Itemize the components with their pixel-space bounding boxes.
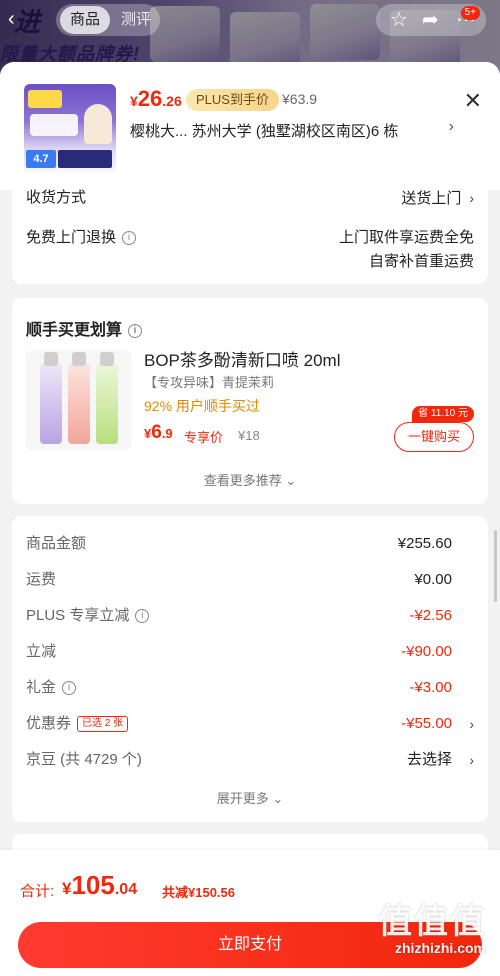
summary-value: -¥3.00 [409,679,452,696]
tab-goods[interactable]: 商品 [60,6,110,34]
bottle-cap [44,352,58,366]
free-return-line1: 上门取件享运费全免 [338,229,474,246]
summary-value: 去选择 [406,751,452,768]
checkout-sheet: 4.7 ¥26.26 PLUS到手价 ¥63.9 ✕ 樱桃大... 苏州大学 (… [0,62,500,976]
site-watermark: 值值值 zhizhizhi.com [340,894,490,970]
summary-row-gift: 礼金 i -¥3.00 [26,676,474,700]
chevron-right-icon[interactable]: › [449,118,454,136]
product-address-line[interactable]: 樱桃大... 苏州大学 (独墅湖校区南区)6 栋 [130,120,430,141]
product-price: ¥26.26 [130,86,182,112]
total-amount: ¥105.04 [62,870,137,901]
chevron-right-icon: › [469,752,474,768]
addon-product-spec: 【专攻异味】青提茉莉 [144,375,275,390]
info-icon[interactable]: i [122,231,137,246]
total-reduction: 共减¥150.56 [162,885,235,900]
summary-label: 立减 [26,643,57,660]
info-icon[interactable]: i [62,681,77,696]
more-recommend-text: 查看更多推荐 [203,473,282,488]
summary-row-shipping: 运费 ¥0.00 [26,568,474,592]
watermark-url: zhizhizhi.com [395,940,486,956]
delivery-method-value: 送货上门 › [401,186,474,211]
summary-value: -¥55.00 [401,715,452,732]
more-recommend-link[interactable]: 查看更多推荐 ⌄ [12,470,488,489]
top-action-group: ☆ ➦ ⋯ 5+ [376,4,486,36]
thumb-bar [58,150,112,168]
price-decimal: .26 [162,93,182,109]
chevron-down-icon: ⌄ [272,791,284,806]
one-click-buy-button[interactable]: 一键购买 [394,422,474,452]
bottle-cap [100,352,114,366]
summary-label: PLUS 专享立减 [26,607,130,624]
delivery-method-text: 送货上门 [401,190,462,207]
addon-card: 顺手买更划算 i BOP茶多酚清新口喷 20ml 【专攻异味】青提茉莉 92% 用… [12,298,488,504]
thumb-rating: 4.7 [26,150,56,168]
thumb-badge [28,90,62,108]
expand-more-link[interactable]: 展开更多 ⌄ [12,788,488,807]
total-integer: 105 [71,870,115,900]
addon-product-image[interactable] [26,350,132,450]
checkout-bottom-bar: 合计: ¥105.04 共减¥150.56 立即支付 值值值 zhizhizhi… [0,850,500,976]
star-icon[interactable]: ☆ [390,4,408,36]
price-currency: ¥ [130,93,138,109]
addon-buy-rate: 92% 用户顺手买过 [144,398,260,414]
scrollbar[interactable] [494,530,497,602]
summary-value: -¥2.56 [409,607,452,624]
summary-value: ¥255.60 [397,535,452,552]
price-integer: 6 [151,422,162,443]
summary-row-discount: 立减 -¥90.00 [26,640,474,664]
original-price: ¥63.9 [282,91,318,107]
addon-title-text: 顺手买更划算 [26,322,123,339]
price-summary-card: 商品金额 ¥255.60 运费 ¥0.00 PLUS 专享立减 i -¥2.56 … [12,516,488,822]
info-icon[interactable]: i [128,323,143,338]
free-return-line2: 自寄补首重运费 [368,253,474,270]
summary-label: 京豆 (共 4729 个) [26,751,142,768]
delivery-method-label: 收货方式 [26,189,87,206]
free-return-row: 免费上门退换 i 上门取件享运费全免 自寄补首重运费 [26,226,474,270]
summary-row-goods: 商品金额 ¥255.60 [26,532,474,556]
bottle-pink [68,352,90,444]
tab-review[interactable]: 测评 [116,6,156,34]
share-icon[interactable]: ➦ [422,4,439,36]
summary-label: 商品金额 [26,535,87,552]
back-arrow-icon[interactable]: ‹ [8,8,30,30]
bottle-cap [72,352,86,366]
close-icon[interactable]: ✕ [464,88,482,114]
summary-label: 礼金 [26,679,57,696]
chevron-right-icon: › [469,716,474,732]
delivery-method-row[interactable]: 收货方式 送货上门 › [26,186,474,210]
bottle-green [96,352,118,444]
summary-label: 优惠券 [26,715,72,732]
chevron-down-icon: ⌄ [285,473,297,488]
delivery-card: 收货方式 送货上门 › 免费上门退换 i 上门取件享运费全免 自寄补首重运费 [12,182,488,284]
chevron-right-icon: › [469,190,474,206]
expand-more-text: 展开更多 [216,791,269,806]
total-label: 合计: [20,883,55,900]
message-badge: 5+ [460,6,480,20]
bottle-purple [40,352,62,444]
summary-row-plus: PLUS 专享立减 i -¥2.56 [26,604,474,628]
watermark-logo: 值值值 [378,903,486,941]
addon-product-name[interactable]: BOP茶多酚清新口喷 20ml [144,346,340,371]
total-decimal: .04 [114,881,138,898]
summary-row-coupon[interactable]: 优惠券 已选 2 张 -¥55.00 › [26,712,474,736]
plus-price-tag: PLUS到手价 [186,89,279,111]
summary-row-beans[interactable]: 京豆 (共 4729 个) 去选择 › [26,748,474,772]
price-integer: 26 [137,86,163,111]
info-icon[interactable]: i [135,609,150,624]
summary-value: -¥90.00 [401,643,452,660]
thumb-pack [30,114,78,136]
addon-price: ¥6.9 [144,422,173,444]
summary-value: ¥0.00 [414,571,452,588]
summary-label: 运费 [26,571,57,588]
product-thumbnail[interactable]: 4.7 [24,84,116,176]
sheet-header: 4.7 ¥26.26 PLUS到手价 ¥63.9 ✕ 樱桃大... 苏州大学 (… [0,62,500,190]
save-badge: 省 11.10 元 [412,406,474,422]
coupon-selected-tag: 已选 2 张 [77,716,129,733]
addon-title: 顺手买更划算 i [26,316,143,340]
addon-original-price: ¥18 [238,428,260,443]
addon-price-tag: 专享价 [184,430,224,445]
free-return-label: 免费上门退换 [26,229,117,246]
price-decimal: .9 [161,426,173,441]
thumb-model [84,104,112,144]
